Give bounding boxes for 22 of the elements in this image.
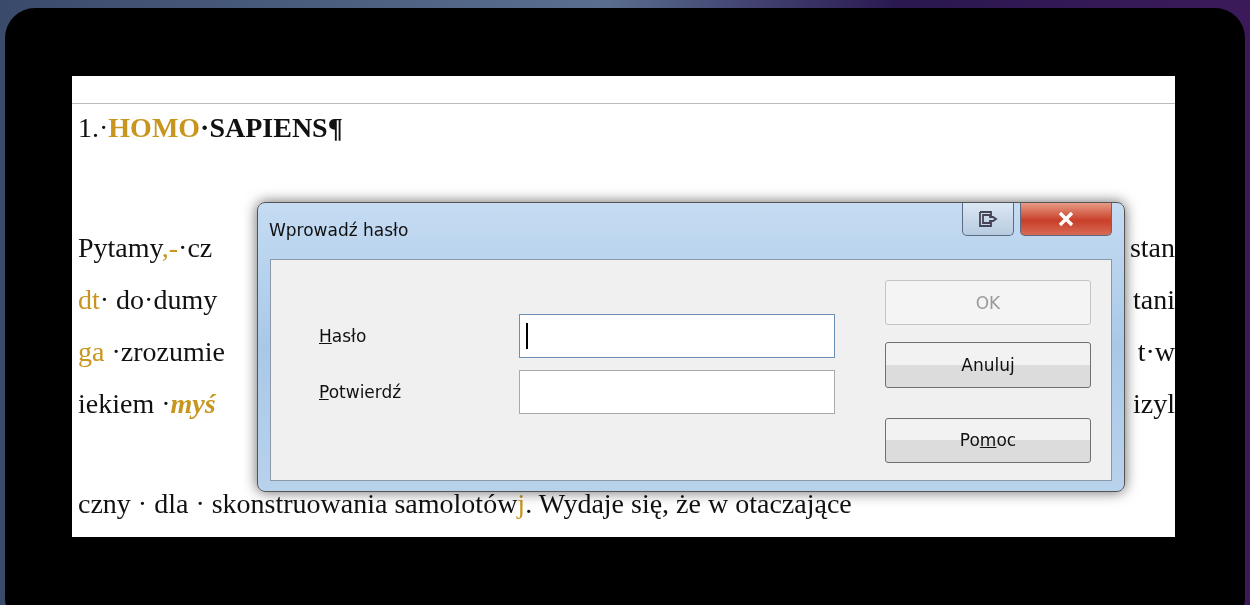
document-heading: 1.·HOMO·SAPIENS¶ <box>77 111 344 145</box>
window-icon <box>978 211 998 227</box>
dialog-title: Wprowadź hasło <box>269 220 410 240</box>
close-button[interactable] <box>1020 203 1112 236</box>
text-line: czny · dla · skonstruowania samolotówj. Wydaje się, że w otaczające <box>78 488 852 520</box>
password-field[interactable] <box>519 314 835 358</box>
close-icon <box>1057 211 1075 227</box>
dialog-button[interactable]: Anuluj <box>885 342 1091 388</box>
text-line: Pytamy,-·cz <box>78 232 213 264</box>
text-cursor <box>526 323 528 349</box>
text-line: izyl <box>1133 388 1175 420</box>
restore-button[interactable] <box>962 203 1014 236</box>
field-label: Hasło <box>319 326 368 346</box>
text-line: tani <box>1133 284 1175 316</box>
password-field[interactable] <box>519 370 835 414</box>
text-line: ga ·zrozumie <box>78 336 225 368</box>
dialog-button[interactable]: Pomoc <box>885 417 1091 463</box>
text-line: stan <box>1129 232 1175 264</box>
text-line: dt· do·dumy <box>78 284 218 316</box>
text-line: t·w <box>1137 336 1175 368</box>
text-line: iekiem ·myś <box>78 388 216 420</box>
field-label: Potwierdź <box>319 382 403 402</box>
